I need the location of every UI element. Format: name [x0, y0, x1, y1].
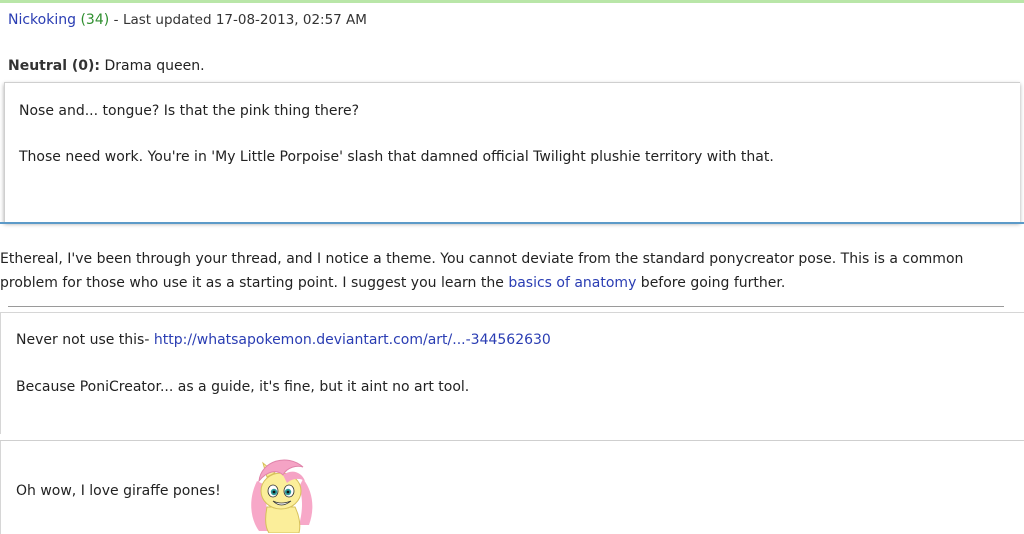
body-text-start: Ethereal, I've been through your thread,… [0, 251, 964, 291]
quote-line: Never not use this- http://whatsapokemon… [16, 332, 551, 348]
top-accent-bar [0, 0, 1024, 3]
reputation-line: Neutral (0): Drama queen. [8, 58, 205, 74]
body-text-end: before going further. [636, 275, 786, 291]
quote-divider [0, 222, 1024, 224]
username-link[interactable]: Nickoking [8, 12, 76, 28]
quote-line: Nose and... tongue? Is that the pink thi… [19, 103, 360, 119]
post-count: (34) [80, 12, 110, 28]
quote-line: Those need work. You're in 'My Little Po… [19, 149, 774, 165]
quote-block: Nose and... tongue? Is that the pink thi… [4, 82, 1020, 222]
last-updated: Last updated 17-08-2013, 02:57 AM [122, 12, 367, 28]
fluttershy-emoticon-icon [251, 459, 313, 533]
post-meta: Nickoking (34) - Last updated 17-08-2013… [8, 12, 367, 28]
reply-block: Oh wow, I love giraffe pones! [0, 441, 1024, 534]
post-body: Ethereal, I've been through your thread,… [0, 247, 1010, 295]
reply-text: Oh wow, I love giraffe pones! [16, 483, 221, 499]
quote-block: Never not use this- http://whatsapokemon… [0, 312, 1024, 434]
reputation-text: Drama queen. [104, 58, 205, 74]
anatomy-link[interactable]: basics of anatomy [508, 275, 636, 291]
quote-text: Never not use this- [16, 332, 154, 348]
separator [8, 306, 1004, 307]
reputation-label: Neutral (0): [8, 58, 101, 74]
meta-separator: - [113, 12, 119, 28]
deviantart-link[interactable]: http://whatsapokemon.deviantart.com/art/… [154, 332, 551, 348]
quote-line: Because PoniCreator... as a guide, it's … [16, 379, 470, 395]
